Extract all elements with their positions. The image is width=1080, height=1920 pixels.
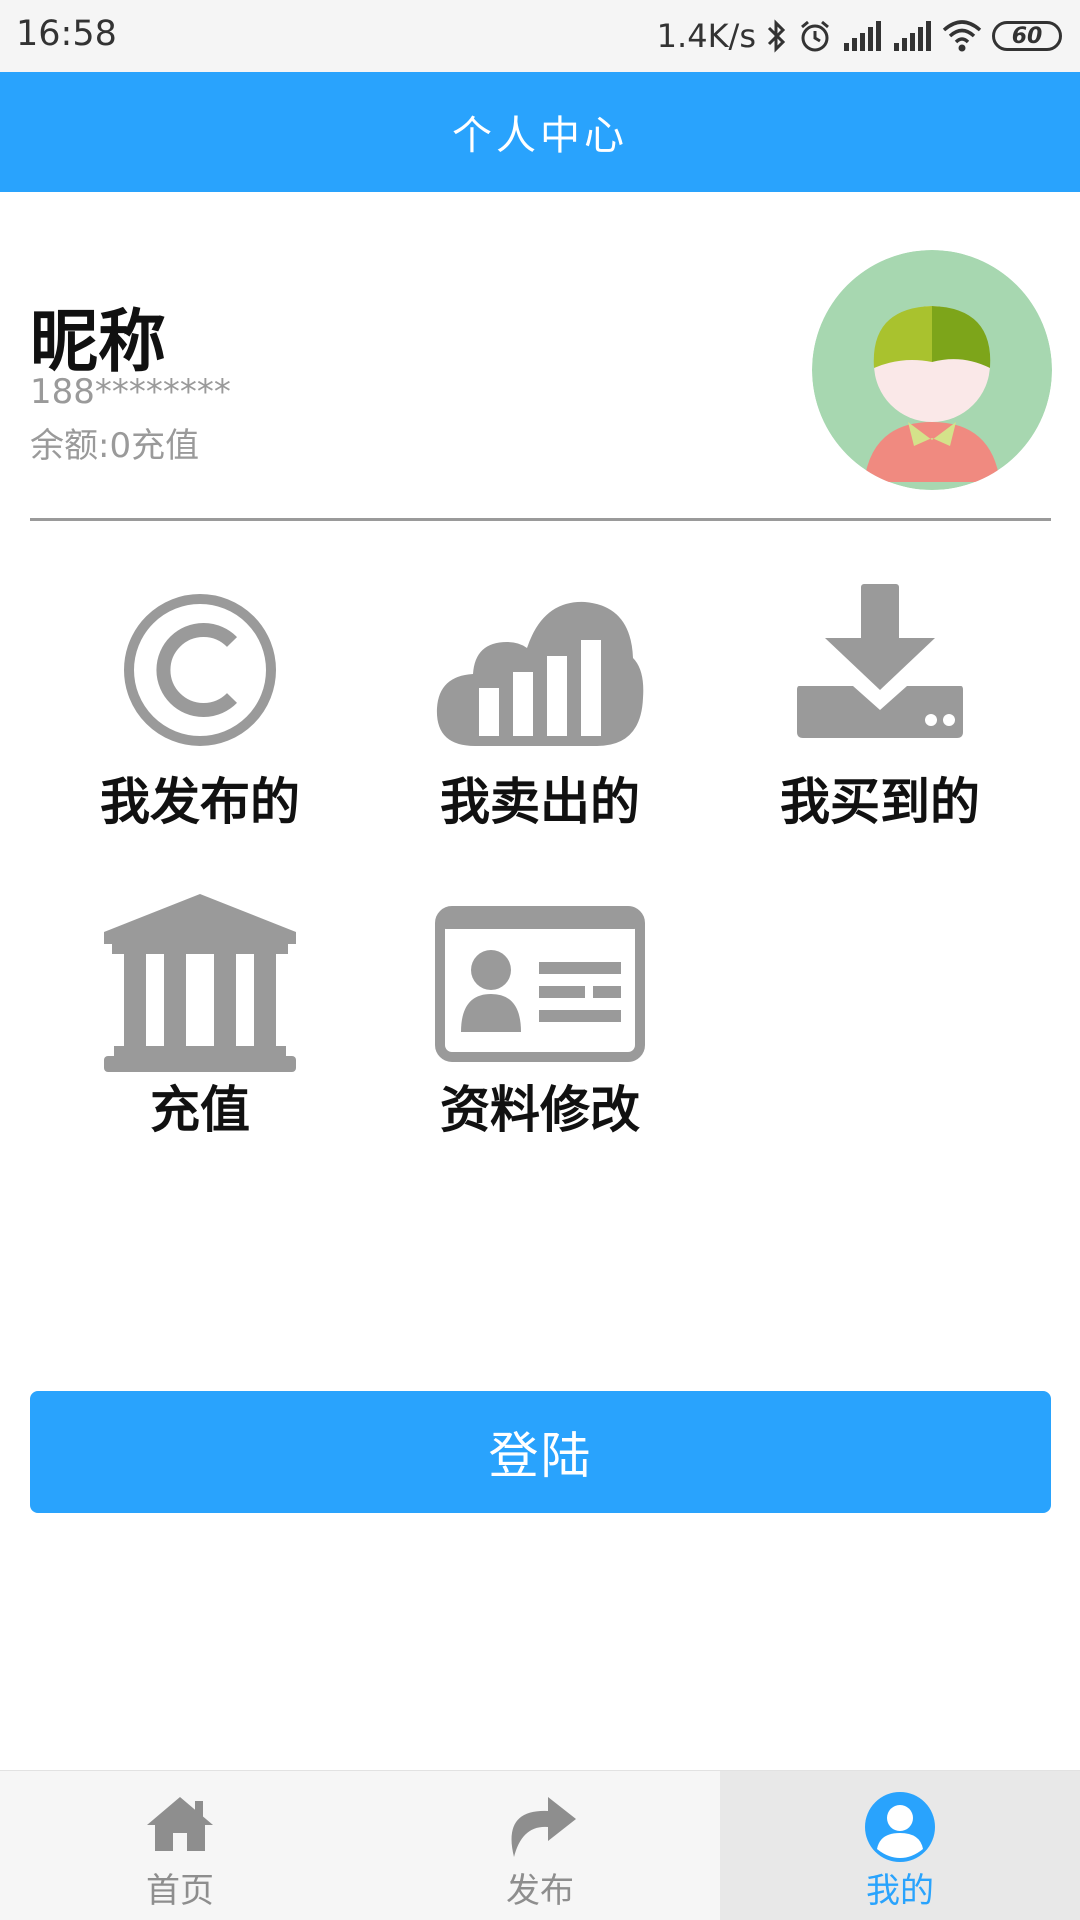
menu-my-bought[interactable]: 我买到的	[730, 570, 1030, 831]
nickname: 昵称	[30, 303, 167, 382]
nav-label: 发布	[506, 1871, 574, 1911]
menu-my-published[interactable]: 我发布的	[50, 570, 350, 831]
nav-mine[interactable]: 我的	[720, 1771, 1080, 1920]
menu-recharge[interactable]: 充值	[50, 880, 350, 1140]
nav-label: 首页	[146, 1871, 214, 1911]
phone-number: 188********	[30, 372, 231, 412]
menu-label: 资料修改	[440, 1081, 640, 1139]
status-time: 16:58	[16, 14, 117, 54]
nav-label: 我的	[866, 1871, 934, 1911]
battery-level: 60	[1011, 23, 1043, 49]
signal-icon	[844, 21, 881, 51]
menu-edit-profile[interactable]: 资料修改	[390, 880, 690, 1140]
download-tray-icon	[797, 584, 963, 738]
divider	[30, 518, 1051, 521]
login-button[interactable]: 登陆	[30, 1391, 1051, 1513]
app-bar: 个人中心	[0, 72, 1080, 192]
login-button-label: 登陆	[488, 1427, 593, 1485]
user-icon	[865, 1792, 935, 1862]
page-title: 个人中心	[452, 113, 628, 159]
cloud-chart-icon	[436, 601, 644, 746]
network-speed: 1.4K/s	[656, 17, 756, 55]
status-bar: 16:58 1.4K/s 60	[0, 0, 1080, 72]
nav-home[interactable]: 首页	[0, 1771, 360, 1920]
menu-label: 我买到的	[780, 773, 980, 831]
status-icons: 1.4K/s 60	[657, 14, 1062, 58]
signal-icon	[894, 21, 931, 51]
menu-label: 我卖出的	[440, 773, 640, 831]
avatar[interactable]	[812, 250, 1052, 490]
battery-icon: 60	[992, 21, 1062, 51]
menu-label: 充值	[150, 1081, 250, 1139]
bottom-nav: 首页 发布 我的	[0, 1770, 1080, 1920]
avatar-icon	[812, 250, 1052, 490]
bank-icon	[104, 894, 296, 1072]
id-card-icon	[435, 906, 645, 1062]
alarm-icon	[801, 20, 829, 52]
copyright-icon	[124, 594, 276, 746]
bluetooth-icon	[767, 19, 786, 53]
balance-text[interactable]: 余额:0充值	[30, 418, 199, 467]
home-icon	[147, 1797, 213, 1851]
menu-my-sold[interactable]: 我卖出的	[390, 570, 690, 831]
share-arrow-icon	[511, 1797, 576, 1857]
wifi-icon	[942, 20, 982, 52]
menu-label: 我发布的	[100, 773, 300, 831]
nav-publish[interactable]: 发布	[360, 1771, 720, 1920]
